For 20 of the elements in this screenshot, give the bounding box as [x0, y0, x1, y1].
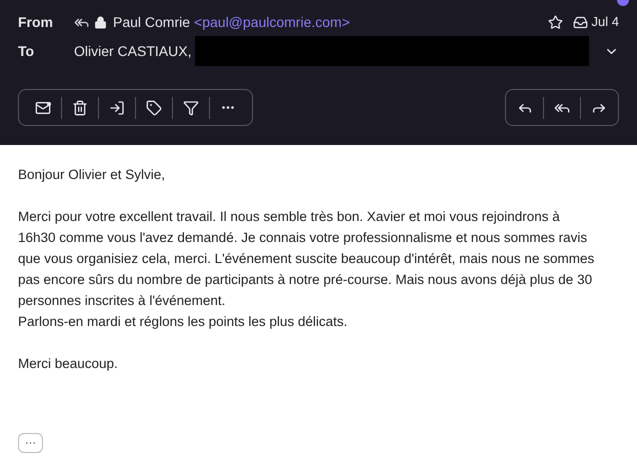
date-label: Jul 4 [592, 13, 619, 32]
lock-icon [94, 16, 107, 28]
mail-icon [35, 100, 51, 116]
trash-icon [72, 100, 88, 116]
recipient-name[interactable]: Olivier CASTIAUX, [74, 40, 192, 62]
filter-icon [183, 100, 199, 116]
body-text: Bonjour Olivier et Sylvie, [18, 166, 166, 184]
from-label: From [18, 12, 54, 32]
inbox-icon [572, 14, 588, 30]
move-icon [109, 100, 125, 116]
to-label: To [18, 42, 36, 60]
sender-email[interactable]: <paul@paulcomrie.com> [194, 12, 350, 32]
star-button[interactable] [548, 14, 563, 30]
more-icon [222, 106, 234, 109]
body-text: Merci pour votre excellent travail. Il nous semble très bon. Xavier et moi vous rejoindrons à 16h30 comme vous l'avez demandé. Je connais votre professionnalisme et nous sommes ravis que vous organisiez cela, merci. L'événement suscite beaucoup d'intérêt, mais nous ne sommes pas encore sûrs du nombre de participants à notre pré-course. Mais nous avons déjà plus de 30 personnes inscrites à l'événement. [18, 208, 596, 310]
body-text: Parlons-en mardi et réglons les points les plus délicats. [18, 313, 348, 331]
tag-icon [146, 100, 162, 116]
body-text: Merci beaucoup. [18, 355, 119, 373]
show-quoted-button[interactable]: ··· [18, 433, 43, 453]
sender-name[interactable]: Paul Comrie [113, 12, 190, 32]
